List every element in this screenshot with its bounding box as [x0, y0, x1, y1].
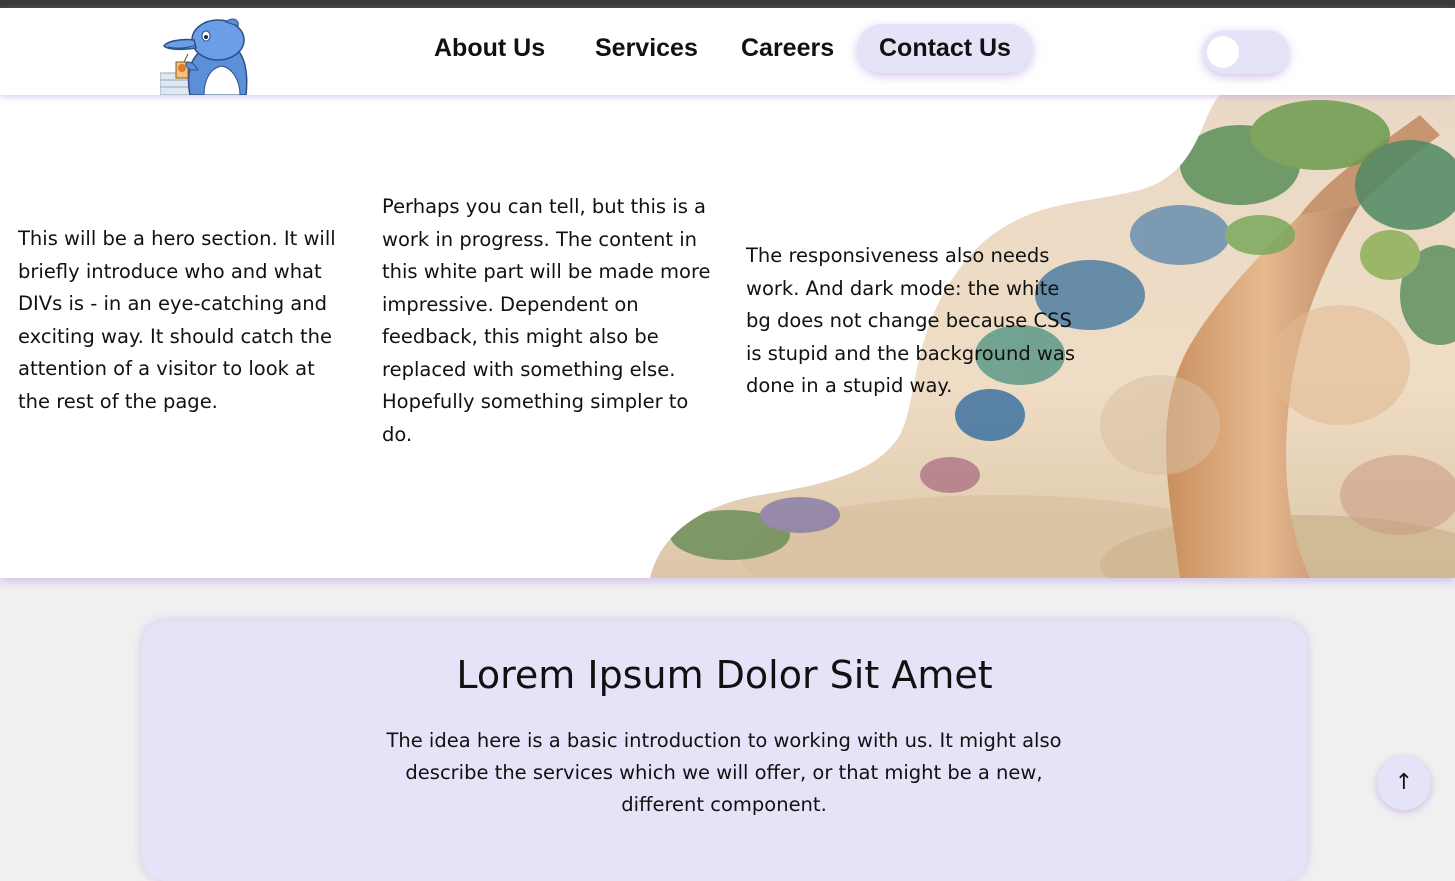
- scroll-to-top-button[interactable]: ↑: [1377, 756, 1431, 810]
- hero-section: This will be a hero section. It will bri…: [0, 95, 1455, 578]
- intro-body: The idea here is a basic introduction to…: [386, 729, 1062, 816]
- intro-card: Lorem Ipsum Dolor Sit Amet The idea here…: [142, 621, 1307, 881]
- nav-contact-us[interactable]: Contact Us: [857, 24, 1033, 73]
- intro-title: Lorem Ipsum Dolor Sit Amet: [456, 653, 993, 697]
- toggle-knob: [1207, 36, 1239, 68]
- hero-column-3: The responsiveness also needs work. And …: [746, 244, 1075, 397]
- hero-column-1: This will be a hero section. It will bri…: [18, 227, 336, 413]
- nav-services[interactable]: Services: [595, 34, 698, 63]
- nav-about-us[interactable]: About Us: [434, 34, 545, 63]
- window-top-strip: [0, 0, 1455, 8]
- navbar: About Us Services Careers Contact Us: [0, 8, 1455, 96]
- hero-column-2: Perhaps you can tell, but this is a work…: [382, 195, 711, 446]
- nav-careers[interactable]: Careers: [741, 34, 834, 63]
- arrow-up-icon: ↑: [1394, 770, 1414, 795]
- dark-mode-toggle[interactable]: [1203, 30, 1289, 74]
